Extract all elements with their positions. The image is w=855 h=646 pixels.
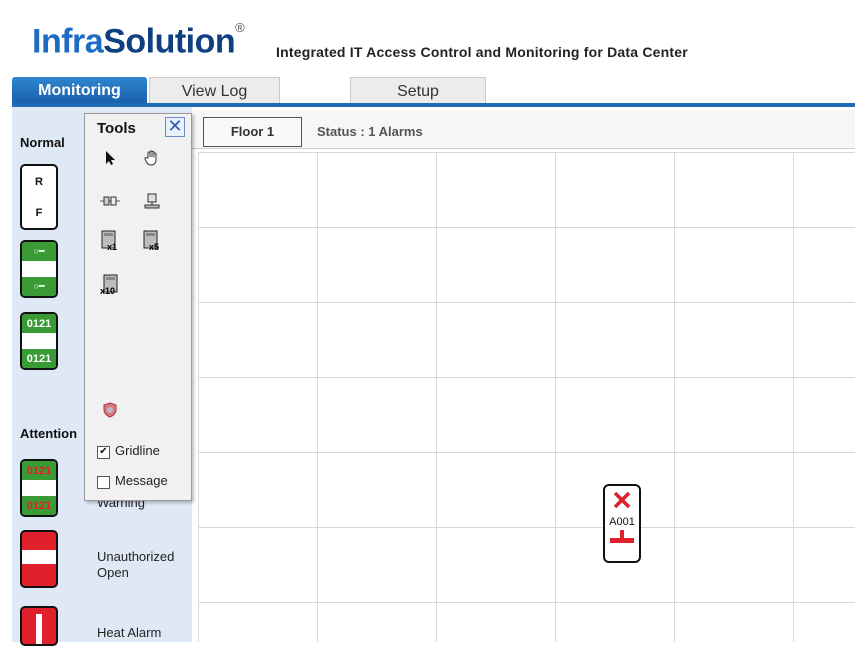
gridline-label: Gridline	[115, 443, 160, 458]
close-icon[interactable]: ✕	[165, 117, 185, 137]
shield-icon[interactable]	[99, 399, 121, 421]
logo-text-infra: Infra	[32, 22, 104, 61]
x1-label: x1	[107, 242, 118, 252]
message-label: Message	[115, 473, 168, 488]
registered-mark: ®	[235, 20, 245, 35]
x10-label: x10	[100, 286, 116, 296]
door-code-icon: 0121 0121	[20, 312, 58, 370]
connector-icon[interactable]	[99, 190, 121, 212]
x5-label: x5	[149, 242, 160, 252]
key-icon: ○━	[33, 246, 45, 256]
alarm-device-label: A001	[609, 516, 635, 528]
unauthorized-line1: Unauthorized	[97, 549, 175, 564]
map-gridlines[interactable]	[198, 152, 855, 642]
tab-monitoring[interactable]: Monitoring	[12, 77, 147, 104]
door-key-icon: ○━ ○━	[20, 240, 58, 298]
door-rf-bottom: F	[35, 206, 43, 219]
pan-hand-icon[interactable]	[141, 147, 163, 169]
warn-code-top: 0121	[22, 461, 56, 480]
app-logo: InfraSolution®	[32, 16, 245, 61]
legend-label-unauthorized: Unauthorized Open	[97, 549, 174, 581]
device-icon[interactable]	[141, 190, 163, 212]
rack-x10-icon[interactable]: x10	[99, 274, 121, 296]
tools-palette[interactable]: Tools ✕ x1 x5 x10 ✔ Gridline Message	[84, 113, 192, 501]
door-heat-icon	[20, 606, 58, 646]
message-checkbox[interactable]	[97, 476, 110, 489]
app-tagline: Integrated IT Access Control and Monitor…	[276, 44, 688, 60]
warn-code-bottom: 0121	[22, 496, 56, 515]
gridline-checkbox[interactable]: ✔	[97, 446, 110, 459]
door-rf-top: R	[35, 175, 43, 188]
logo-text-solution: Solution	[103, 22, 236, 61]
tab-setup[interactable]: Setup	[350, 77, 486, 104]
door-code-warning-icon: 0121 0121	[20, 459, 58, 517]
unauthorized-line2: Open	[97, 565, 129, 580]
code-top: 0121	[22, 314, 56, 333]
door-unauthorized-icon	[20, 530, 58, 588]
tab-view-log[interactable]: View Log	[149, 77, 280, 104]
door-rf-icon: R F	[20, 164, 58, 230]
tools-title: Tools	[97, 120, 136, 137]
legend-heading-attention: Attention	[20, 426, 78, 441]
thermometer-icon	[36, 614, 42, 644]
rack-x1-icon[interactable]: x1	[99, 230, 121, 252]
main-tabs: Monitoring View Log Setup	[12, 77, 855, 104]
code-bottom: 0121	[22, 349, 56, 368]
floor-select-button[interactable]: Floor 1	[203, 117, 302, 147]
rack-x5-icon[interactable]: x5	[141, 230, 163, 252]
pointer-icon[interactable]	[99, 147, 121, 169]
status-text: Status : 1 Alarms	[317, 124, 423, 139]
key-icon: ○━	[33, 281, 45, 291]
legend-heading-normal: Normal	[20, 135, 65, 150]
legend-label-heat: Heat Alarm	[97, 625, 162, 640]
